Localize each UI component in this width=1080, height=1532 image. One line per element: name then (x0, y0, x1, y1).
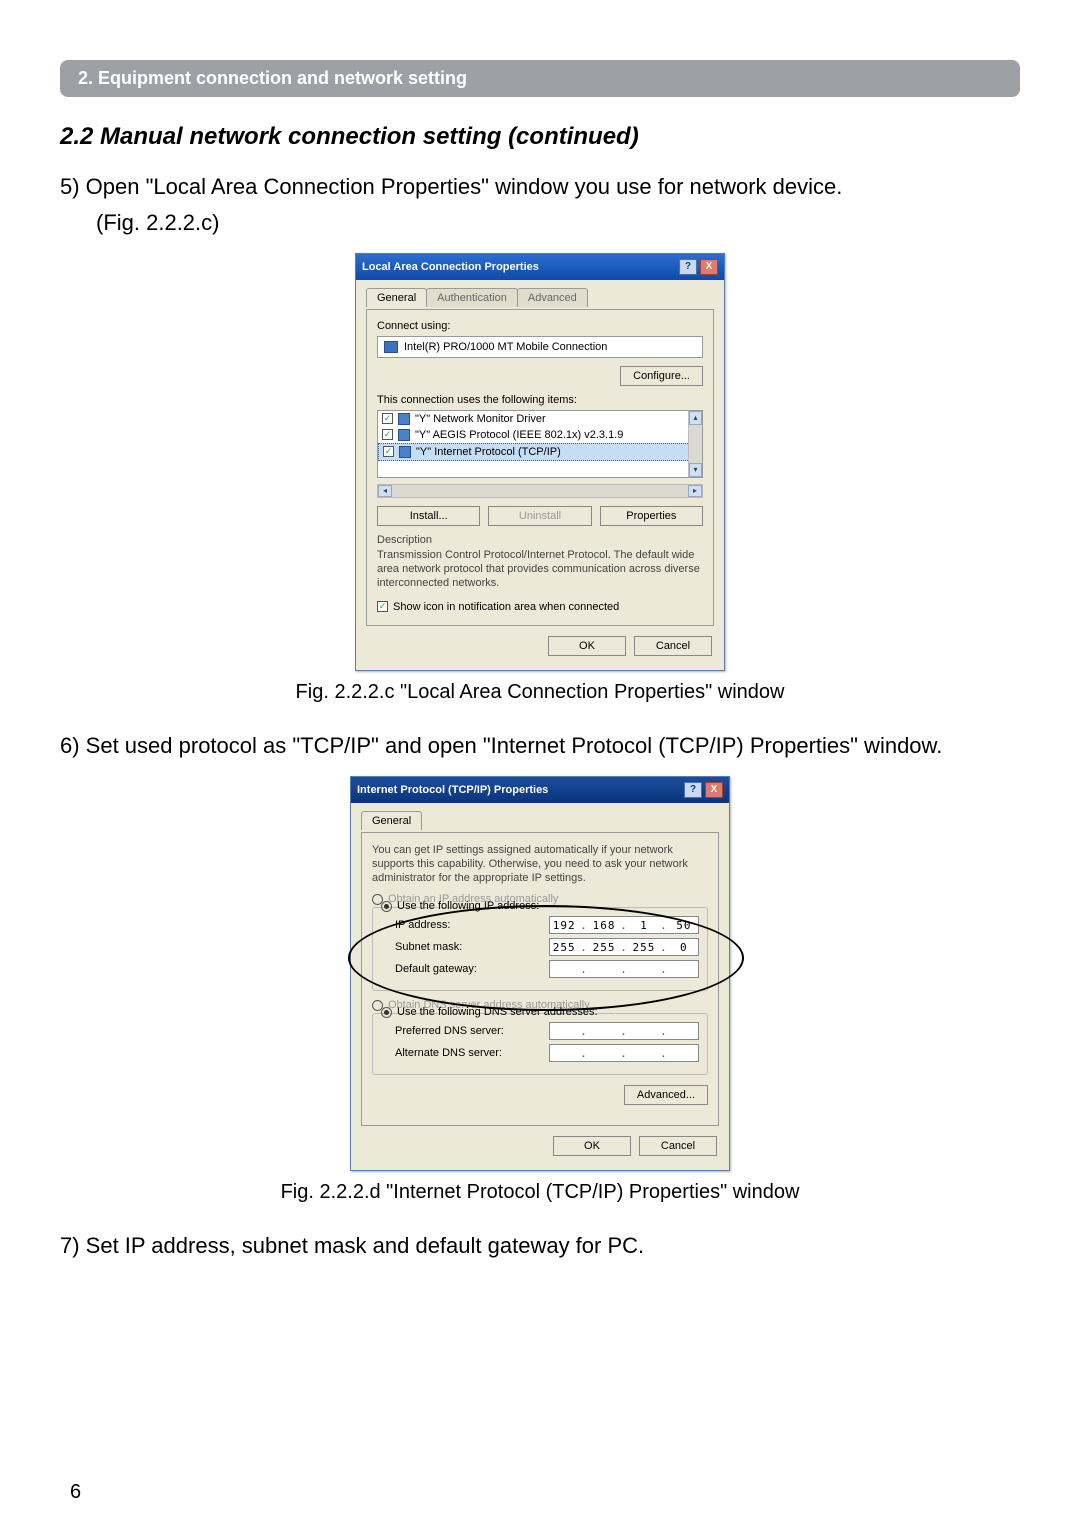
ip-octet: 255 (630, 941, 658, 954)
list-item: "Y" AEGIS Protocol (IEEE 802.1x) v2.3.1.… (415, 429, 623, 441)
dialog1-title: Local Area Connection Properties (362, 261, 539, 273)
label-alternate-dns: Alternate DNS server: (395, 1047, 502, 1059)
ok-button[interactable]: OK (548, 636, 626, 656)
scroll-down-icon[interactable]: ▾ (689, 463, 702, 477)
ip-octet: 50 (670, 919, 698, 932)
intro-text: You can get IP settings assigned automat… (372, 843, 708, 886)
section-bar: 2. Equipment connection and network sett… (60, 60, 1020, 97)
local-area-conn-props-dialog: Local Area Connection Properties ? X Gen… (355, 253, 725, 671)
scroll-right-icon[interactable]: ▸ (688, 485, 702, 497)
label-description: Description (377, 534, 703, 546)
label-connect-using: Connect using: (377, 320, 703, 332)
checkbox-icon[interactable]: ✓ (382, 429, 393, 440)
alternate-dns-input[interactable]: ... (549, 1044, 699, 1062)
radio-use-dns[interactable] (381, 1007, 392, 1018)
protocol-icon (399, 446, 411, 458)
configure-button[interactable]: Configure... (620, 366, 703, 386)
help-icon[interactable]: ? (684, 782, 702, 798)
advanced-button[interactable]: Advanced... (624, 1085, 708, 1105)
figure-caption-1: Fig. 2.2.2.c "Local Area Connection Prop… (60, 681, 1020, 704)
step-5-ref: (Fig. 2.2.2.c) (60, 207, 1020, 239)
show-icon-label: Show icon in notification area when conn… (393, 601, 619, 613)
step-6: 6) Set used protocol as "TCP/IP" and ope… (60, 730, 1020, 762)
label-subnet-mask: Subnet mask: (395, 941, 462, 953)
ip-address-input[interactable]: 192. 168. 1. 50 (549, 916, 699, 934)
uninstall-button[interactable]: Uninstall (488, 506, 591, 526)
scroll-left-icon[interactable]: ◂ (378, 485, 392, 497)
adapter-field: Intel(R) PRO/1000 MT Mobile Connection (377, 336, 703, 358)
vertical-scrollbar[interactable]: ▴ ▾ (688, 411, 702, 477)
cancel-button[interactable]: Cancel (634, 636, 712, 656)
scroll-up-icon[interactable]: ▴ (689, 411, 702, 425)
step-7: 7) Set IP address, subnet mask and defau… (60, 1230, 1020, 1262)
tcpip-props-dialog: Internet Protocol (TCP/IP) Properties ? … (350, 776, 730, 1172)
page-number: 6 (70, 1481, 81, 1504)
properties-button[interactable]: Properties (600, 506, 703, 526)
cancel-button[interactable]: Cancel (639, 1136, 717, 1156)
items-listbox[interactable]: ✓ "Y" Network Monitor Driver ✓ "Y" AEGIS… (377, 410, 703, 478)
preferred-dns-input[interactable]: ... (549, 1022, 699, 1040)
close-icon[interactable]: X (700, 259, 718, 275)
label-ip-address: IP address: (395, 919, 450, 931)
nic-icon (384, 341, 398, 353)
checkbox-icon[interactable]: ✓ (383, 446, 394, 457)
install-button[interactable]: Install... (377, 506, 480, 526)
tab-advanced[interactable]: Advanced (517, 288, 588, 307)
dialog2-title: Internet Protocol (TCP/IP) Properties (357, 784, 548, 796)
label-preferred-dns: Preferred DNS server: (395, 1025, 504, 1037)
label-default-gateway: Default gateway: (395, 963, 477, 975)
tab-general[interactable]: General (366, 288, 427, 307)
ip-octet: 255 (550, 941, 578, 954)
label-uses-items: This connection uses the following items… (377, 394, 703, 406)
adapter-name: Intel(R) PRO/1000 MT Mobile Connection (404, 341, 607, 353)
close-icon[interactable]: X (705, 782, 723, 798)
help-icon[interactable]: ? (679, 259, 697, 275)
protocol-icon (398, 413, 410, 425)
subnet-mask-input[interactable]: 255. 255. 255. 0 (549, 938, 699, 956)
list-item: "Y" Network Monitor Driver (415, 413, 546, 425)
protocol-icon (398, 429, 410, 441)
horizontal-scrollbar[interactable]: ◂ ▸ (377, 484, 703, 498)
default-gateway-input[interactable]: . . . (549, 960, 699, 978)
ip-octet: 255 (590, 941, 618, 954)
radio-label: Use the following IP address: (397, 900, 539, 912)
ip-octet: 1 (630, 919, 658, 932)
checkbox-icon[interactable]: ✓ (377, 601, 388, 612)
checkbox-icon[interactable]: ✓ (382, 413, 393, 424)
tab-authentication[interactable]: Authentication (426, 288, 518, 307)
section-heading: 2.2 Manual network connection setting (c… (60, 123, 1020, 151)
description-text: Transmission Control Protocol/Internet P… (377, 548, 703, 591)
ip-octet: 192 (550, 919, 578, 932)
ip-octet: 168 (590, 919, 618, 932)
figure-caption-2: Fig. 2.2.2.d "Internet Protocol (TCP/IP)… (60, 1181, 1020, 1204)
tab-general[interactable]: General (361, 811, 422, 830)
radio-label: Use the following DNS server addresses: (397, 1006, 598, 1018)
ok-button[interactable]: OK (553, 1136, 631, 1156)
radio-use-ip[interactable] (381, 901, 392, 912)
step-5: 5) Open "Local Area Connection Propertie… (60, 171, 1020, 203)
list-item-selected: "Y" Internet Protocol (TCP/IP) (416, 446, 561, 458)
ip-octet: 0 (670, 941, 698, 954)
